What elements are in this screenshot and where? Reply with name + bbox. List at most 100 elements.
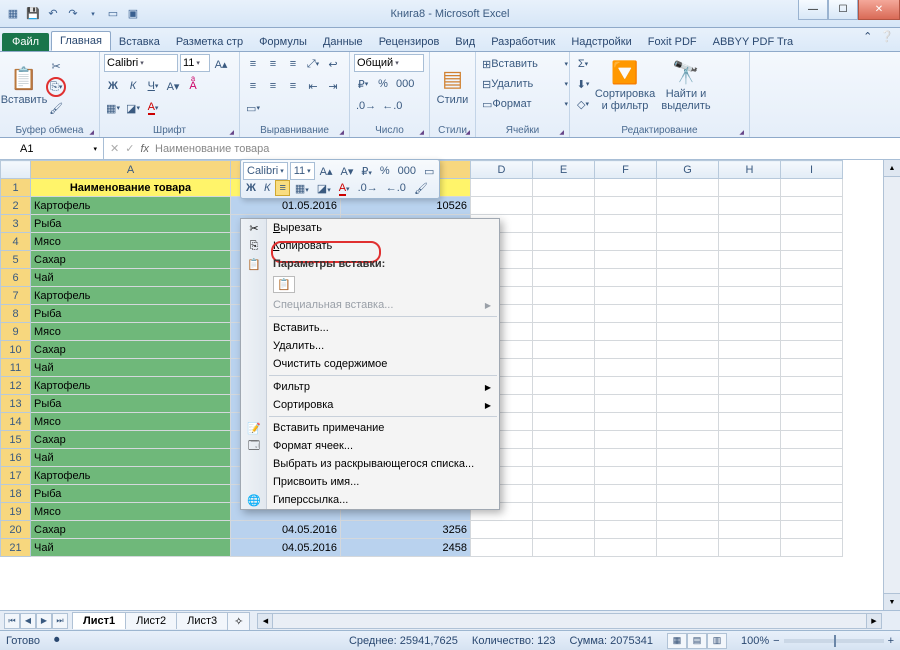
cell-D2[interactable]	[471, 197, 533, 215]
row-header-1[interactable]: 1	[1, 179, 31, 197]
cell-E8[interactable]	[533, 305, 595, 323]
cell-E6[interactable]	[533, 269, 595, 287]
macro-rec-icon[interactable]: ⏺	[54, 634, 60, 647]
cell-I17[interactable]	[781, 467, 843, 485]
tab-addins[interactable]: Надстройки	[563, 33, 639, 51]
help-button-icon[interactable]: ❔	[880, 30, 894, 43]
cell-H10[interactable]	[719, 341, 781, 359]
cell-A9[interactable]: Мясо	[31, 323, 231, 341]
cell-F20[interactable]	[595, 521, 657, 539]
dec-indent-icon[interactable]: ⇤	[304, 76, 322, 96]
col-header-E[interactable]: E	[533, 161, 595, 179]
cell-I13[interactable]	[781, 395, 843, 413]
cell-F10[interactable]	[595, 341, 657, 359]
col-header-A[interactable]: A	[31, 161, 231, 179]
mini-incdec-icon[interactable]: .0→	[355, 181, 381, 195]
cell-H11[interactable]	[719, 359, 781, 377]
sheet-nav-next-icon[interactable]: ▶	[36, 613, 52, 629]
cell-B20[interactable]: 04.05.2016	[231, 521, 341, 539]
cell-I2[interactable]	[781, 197, 843, 215]
cell-G19[interactable]	[657, 503, 719, 521]
cell-G7[interactable]	[657, 287, 719, 305]
tab-pagelayout[interactable]: Разметка стр	[168, 33, 251, 51]
mini-center-icon[interactable]: ≡	[275, 180, 289, 196]
cell-H12[interactable]	[719, 377, 781, 395]
cell-I7[interactable]	[781, 287, 843, 305]
row-header-6[interactable]: 6	[1, 269, 31, 287]
minimize-button[interactable]: —	[798, 0, 828, 20]
cell-H4[interactable]	[719, 233, 781, 251]
cell-G18[interactable]	[657, 485, 719, 503]
tab-data[interactable]: Данные	[315, 33, 371, 51]
cell-C2[interactable]: 10526	[341, 197, 471, 215]
mini-merge-icon[interactable]: ▭	[421, 164, 437, 179]
ctx-paste-option[interactable]: 📋	[241, 273, 499, 296]
cell-F19[interactable]	[595, 503, 657, 521]
cell-E4[interactable]	[533, 233, 595, 251]
vertical-scrollbar[interactable]	[883, 160, 900, 610]
cell-A16[interactable]: Чай	[31, 449, 231, 467]
tab-file[interactable]: Файл	[2, 33, 49, 51]
cell-G14[interactable]	[657, 413, 719, 431]
row-header-20[interactable]: 20	[1, 521, 31, 539]
cell-G1[interactable]	[657, 179, 719, 197]
cell-A12[interactable]: Картофель	[31, 377, 231, 395]
ctx-hyperlink[interactable]: 🌐Гиперссылка...	[241, 491, 499, 509]
cell-F21[interactable]	[595, 539, 657, 557]
cell-G21[interactable]	[657, 539, 719, 557]
row-header-16[interactable]: 16	[1, 449, 31, 467]
cell-H21[interactable]	[719, 539, 781, 557]
cell-A3[interactable]: Рыба	[31, 215, 231, 233]
mini-borders-icon[interactable]: ▦▾	[292, 181, 312, 196]
col-header-G[interactable]: G	[657, 161, 719, 179]
find-select-button[interactable]: 🔭Найти и выделить	[658, 54, 714, 118]
cell-F12[interactable]	[595, 377, 657, 395]
wrap-text-icon[interactable]: ↩	[324, 54, 342, 74]
cell-A17[interactable]: Картофель	[31, 467, 231, 485]
cell-A18[interactable]: Рыба	[31, 485, 231, 503]
ctx-sort[interactable]: Сортировка▶	[241, 396, 499, 414]
close-button[interactable]: ✕	[858, 0, 900, 20]
camera-icon[interactable]: ▣	[124, 5, 142, 23]
ctx-cut[interactable]: ✂Вырезать	[241, 219, 499, 237]
col-header-H[interactable]: H	[719, 161, 781, 179]
cells-delete-button[interactable]: ⊟ Удалить ▾	[480, 74, 570, 94]
cell-A20[interactable]: Сахар	[31, 521, 231, 539]
align-top-icon[interactable]: ≡	[244, 54, 262, 74]
cell-H15[interactable]	[719, 431, 781, 449]
cell-A19[interactable]: Мясо	[31, 503, 231, 521]
new-sheet-button[interactable]: ✧	[227, 612, 250, 630]
ctx-clear[interactable]: Очистить содержимое	[241, 355, 499, 373]
print-preview-icon[interactable]: ▭	[104, 5, 122, 23]
cut-button[interactable]: ✂	[46, 56, 66, 76]
enter-formula-icon[interactable]: ✓	[125, 142, 134, 155]
cell-H13[interactable]	[719, 395, 781, 413]
save-icon[interactable]: 💾	[24, 5, 42, 23]
mini-currency-icon[interactable]: ₽▾	[358, 164, 375, 179]
percent-icon[interactable]: %	[374, 74, 392, 94]
mini-decdec-icon[interactable]: ←.0	[383, 181, 409, 195]
sheet-tab-2[interactable]: Лист2	[125, 612, 177, 629]
cell-I12[interactable]	[781, 377, 843, 395]
merge-button[interactable]: ▭▾	[244, 98, 262, 118]
shrink-font-icon[interactable]: A▾	[164, 76, 182, 96]
cell-E2[interactable]	[533, 197, 595, 215]
col-header-I[interactable]: I	[781, 161, 843, 179]
fill-icon[interactable]: ⬇▾	[574, 74, 592, 94]
cell-A5[interactable]: Сахар	[31, 251, 231, 269]
row-header-14[interactable]: 14	[1, 413, 31, 431]
cell-E15[interactable]	[533, 431, 595, 449]
horizontal-scrollbar[interactable]	[257, 613, 882, 629]
tab-abbyy[interactable]: ABBYY PDF Tra	[705, 33, 802, 51]
mini-italic-icon[interactable]: К	[261, 181, 273, 195]
name-box[interactable]: A1▾	[14, 138, 104, 159]
number-format-combo[interactable]: Общий▾	[354, 54, 424, 72]
tab-developer[interactable]: Разработчик	[483, 33, 563, 51]
cell-E16[interactable]	[533, 449, 595, 467]
cell-G3[interactable]	[657, 215, 719, 233]
sheet-nav-prev-icon[interactable]: ◀	[20, 613, 36, 629]
copy-button[interactable]: ⎘▾	[46, 77, 66, 97]
cell-I16[interactable]	[781, 449, 843, 467]
view-pagelayout-icon[interactable]: ▤	[687, 633, 707, 649]
cell-E3[interactable]	[533, 215, 595, 233]
